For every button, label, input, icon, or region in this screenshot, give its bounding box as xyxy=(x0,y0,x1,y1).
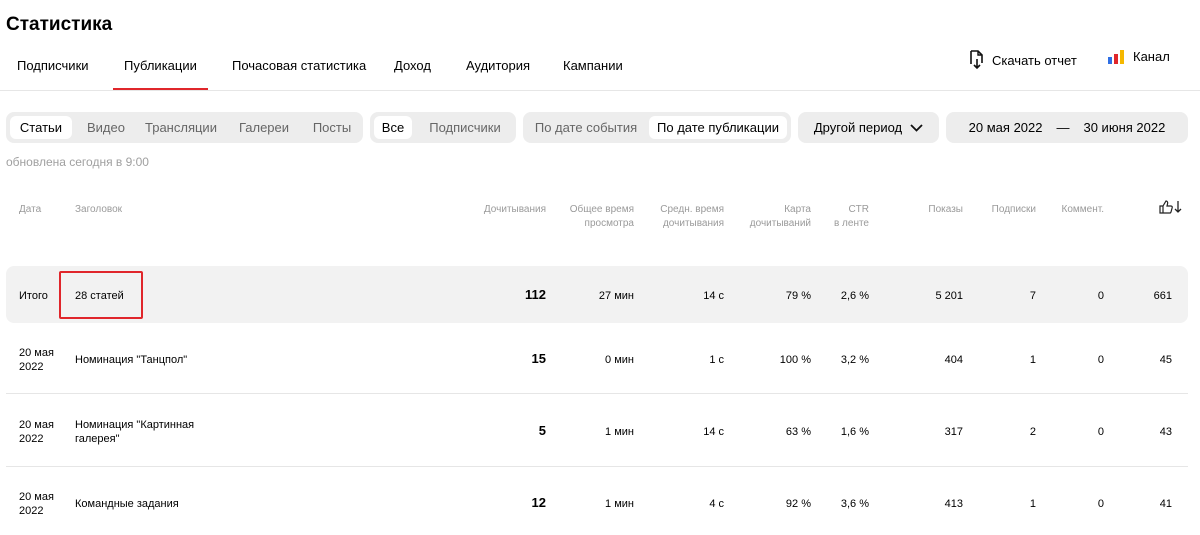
filter-posts[interactable]: Посты xyxy=(304,116,360,139)
total-reads: 112 xyxy=(525,287,546,302)
col-header-total-time[interactable]: Общее время просмотра xyxy=(548,203,634,231)
channel-label: Канал xyxy=(1133,49,1170,64)
col-header-reads[interactable]: Дочитывания xyxy=(446,203,546,217)
filter-articles[interactable]: Статьи xyxy=(10,116,72,139)
tab-campaigns[interactable]: Кампании xyxy=(563,58,623,73)
row-3-total-time: 1 мин xyxy=(605,498,634,510)
nav-divider xyxy=(0,90,1200,91)
date-mode-filter: По дате события По дате публикации xyxy=(523,112,791,143)
row-divider xyxy=(6,393,1188,394)
row-1-avg-time: 1 с xyxy=(709,354,724,366)
row-3-read-map: 92 % xyxy=(785,498,811,510)
col-header-impressions[interactable]: Показы xyxy=(900,203,963,217)
row-2-total-time: 1 мин xyxy=(605,426,634,438)
total-label: Итого xyxy=(19,290,48,302)
col-header-comments[interactable]: Коммент. xyxy=(1040,203,1104,217)
row-3-subscriptions: 1 xyxy=(1029,498,1036,510)
tab-hourly-stats[interactable]: Почасовая статистика xyxy=(232,58,366,73)
col-header-date[interactable]: Дата xyxy=(19,203,41,217)
bar-chart-logo-icon xyxy=(1108,49,1125,64)
tab-publications[interactable]: Публикации xyxy=(113,58,208,90)
row-1-likes: 45 xyxy=(1159,354,1172,366)
total-subscriptions: 7 xyxy=(1029,290,1036,302)
date-separator: — xyxy=(1056,120,1070,135)
filter-by-publication-date[interactable]: По дате публикации xyxy=(649,116,787,139)
date-range-picker[interactable]: 20 мая 2022 — 30 июня 2022 xyxy=(946,112,1188,143)
download-report-label: Скачать отчет xyxy=(992,52,1077,68)
total-likes: 661 xyxy=(1153,290,1172,302)
row-divider xyxy=(6,466,1188,467)
row-2-ctr: 1,6 % xyxy=(840,426,869,438)
row-2-read-map: 63 % xyxy=(785,426,811,438)
col-header-subscriptions[interactable]: Подписки xyxy=(970,203,1036,217)
row-2-reads: 5 xyxy=(538,423,546,438)
chevron-down-icon xyxy=(910,123,923,132)
row-1-impressions: 404 xyxy=(944,354,963,366)
row-1-subscriptions: 1 xyxy=(1029,354,1036,366)
col-header-read-map[interactable]: Карта дочитываний xyxy=(728,203,811,231)
filter-galleries[interactable]: Галереи xyxy=(232,116,296,139)
date-from: 20 мая 2022 xyxy=(968,120,1043,135)
period-dropdown[interactable]: Другой период xyxy=(798,112,939,143)
total-ctr: 2,6 % xyxy=(840,290,869,302)
total-comments: 0 xyxy=(1097,290,1104,302)
row-3-avg-time: 4 с xyxy=(709,498,724,510)
row-3-likes: 41 xyxy=(1159,498,1172,510)
total-impressions: 5 201 xyxy=(935,290,963,302)
col-header-avg-time[interactable]: Средн. время дочитывания xyxy=(640,203,724,231)
filter-subscribers[interactable]: Подписчики xyxy=(418,116,512,139)
total-avg-time: 14 с xyxy=(703,290,724,302)
row-2-avg-time: 14 с xyxy=(703,426,724,438)
row-2-comments: 0 xyxy=(1097,426,1104,438)
row-3-reads: 12 xyxy=(531,495,546,510)
tab-audience[interactable]: Аудитория xyxy=(466,58,530,73)
row-2-impressions: 317 xyxy=(944,426,963,438)
row-1-read-map: 100 % xyxy=(779,354,811,366)
row-1-date: 20 мая 2022 xyxy=(19,347,54,373)
filter-by-event-date[interactable]: По дате события xyxy=(527,116,645,139)
row-3-date: 20 мая 2022 xyxy=(19,491,54,517)
row-2-title[interactable]: Номинация "Картинная галерея" xyxy=(75,418,194,446)
download-file-icon xyxy=(968,50,984,70)
row-1-total-time: 0 мин xyxy=(605,354,634,366)
row-2-date: 20 мая 2022 xyxy=(19,419,54,445)
row-1-ctr: 3,2 % xyxy=(840,354,869,366)
highlight-frame xyxy=(59,271,143,319)
updated-timestamp: обновлена сегодня в 9:00 xyxy=(6,155,149,169)
filter-video[interactable]: Видео xyxy=(78,116,134,139)
row-1-reads: 15 xyxy=(531,351,546,366)
col-header-title[interactable]: Заголовок xyxy=(75,203,122,217)
tab-income[interactable]: Доход xyxy=(394,58,431,73)
total-read-map: 79 % xyxy=(785,290,811,302)
content-type-filter: Статьи Видео Трансляции Галереи Посты xyxy=(6,112,363,143)
row-3-ctr: 3,6 % xyxy=(840,498,869,510)
total-total-time: 27 мин xyxy=(598,290,634,302)
row-2-subscriptions: 2 xyxy=(1029,426,1036,438)
period-dropdown-label: Другой период xyxy=(813,120,903,135)
download-report-button[interactable]: Скачать отчет xyxy=(968,50,1077,70)
channel-link[interactable]: Канал xyxy=(1108,49,1170,64)
row-3-comments: 0 xyxy=(1097,498,1104,510)
date-to: 30 июня 2022 xyxy=(1083,120,1166,135)
row-3-title[interactable]: Командные задания xyxy=(75,497,179,511)
row-1-comments: 0 xyxy=(1097,354,1104,366)
row-1-title[interactable]: Номинация "Танцпол" xyxy=(75,353,187,367)
col-header-ctr[interactable]: CTR в ленте xyxy=(818,203,869,231)
filter-streams[interactable]: Трансляции xyxy=(140,116,222,139)
filter-all[interactable]: Все xyxy=(374,116,412,139)
audience-filter: Все Подписчики xyxy=(370,112,516,143)
row-2-likes: 43 xyxy=(1159,426,1172,438)
page-title: Статистика xyxy=(6,14,113,35)
row-3-impressions: 413 xyxy=(944,498,963,510)
thumbs-up-sort-icon[interactable] xyxy=(1159,200,1183,219)
tab-subscribers[interactable]: Подписчики xyxy=(17,58,89,73)
